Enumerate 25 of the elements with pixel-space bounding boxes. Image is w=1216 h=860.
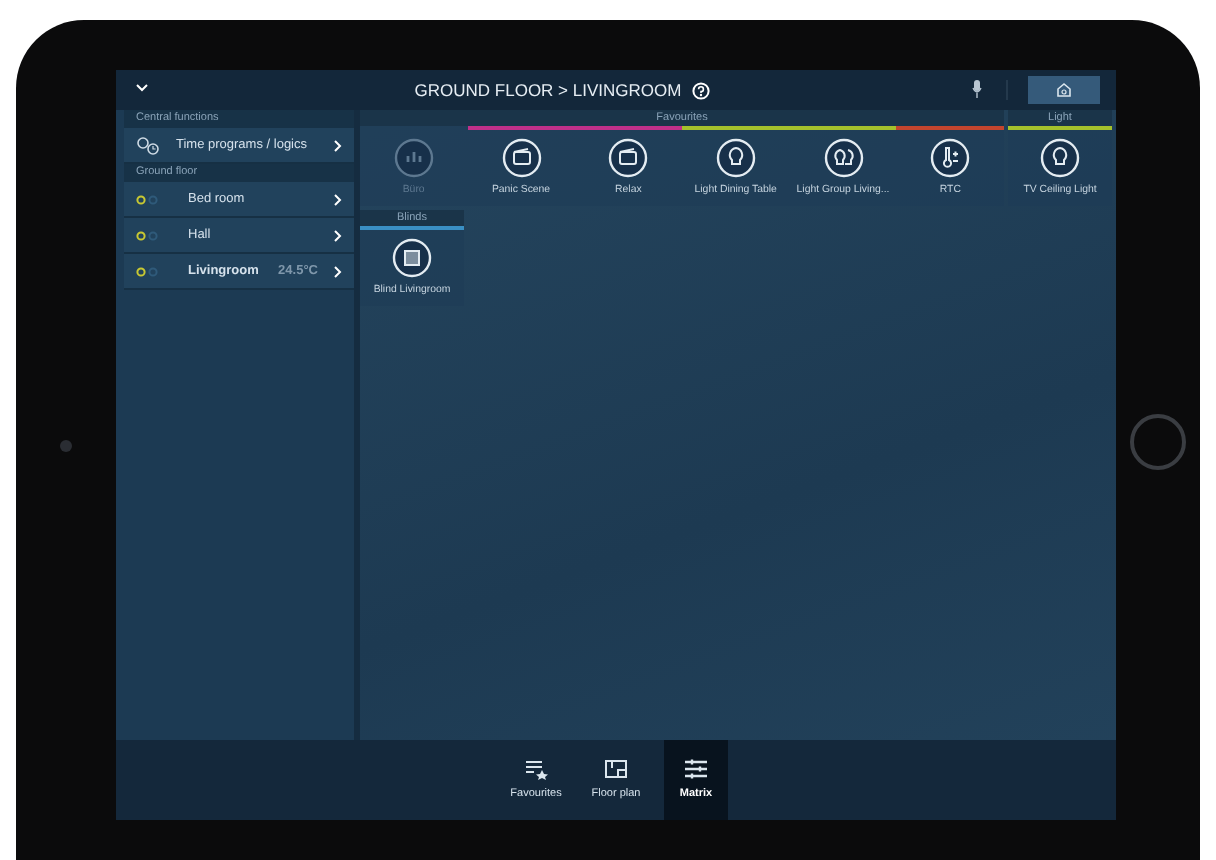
- chevron-right-icon: [334, 139, 342, 151]
- status-dots-icon: [136, 265, 160, 277]
- house-icon: [1056, 82, 1072, 98]
- camera-icon: [60, 440, 72, 452]
- chevron-right-icon: [334, 229, 342, 241]
- floor-plan-icon: [604, 757, 628, 780]
- home-button[interactable]: [1028, 76, 1100, 104]
- chevron-right-icon: [334, 265, 342, 277]
- microphone-icon: [972, 79, 982, 98]
- light-bulbs-icon: [823, 137, 864, 178]
- light-bulb-icon: [1040, 137, 1080, 178]
- help-icon: [691, 81, 710, 100]
- star-list-icon: [524, 757, 548, 780]
- bar-chart-icon: [393, 137, 434, 178]
- thermometer-icon: [930, 137, 971, 178]
- status-dots-icon: [136, 229, 160, 241]
- clapperboard-icon: [608, 137, 649, 178]
- chevron-right-icon: [334, 193, 342, 205]
- blind-icon: [392, 237, 432, 278]
- sliders-icon: [684, 757, 708, 780]
- clapperboard-icon: [501, 137, 541, 178]
- status-dots-icon: [136, 193, 160, 205]
- chevron-down-icon: [136, 83, 148, 92]
- light-bulb-icon: [715, 137, 756, 178]
- breadcrumb-title: GROUND FLOOR > LIVINGROOM: [414, 79, 682, 100]
